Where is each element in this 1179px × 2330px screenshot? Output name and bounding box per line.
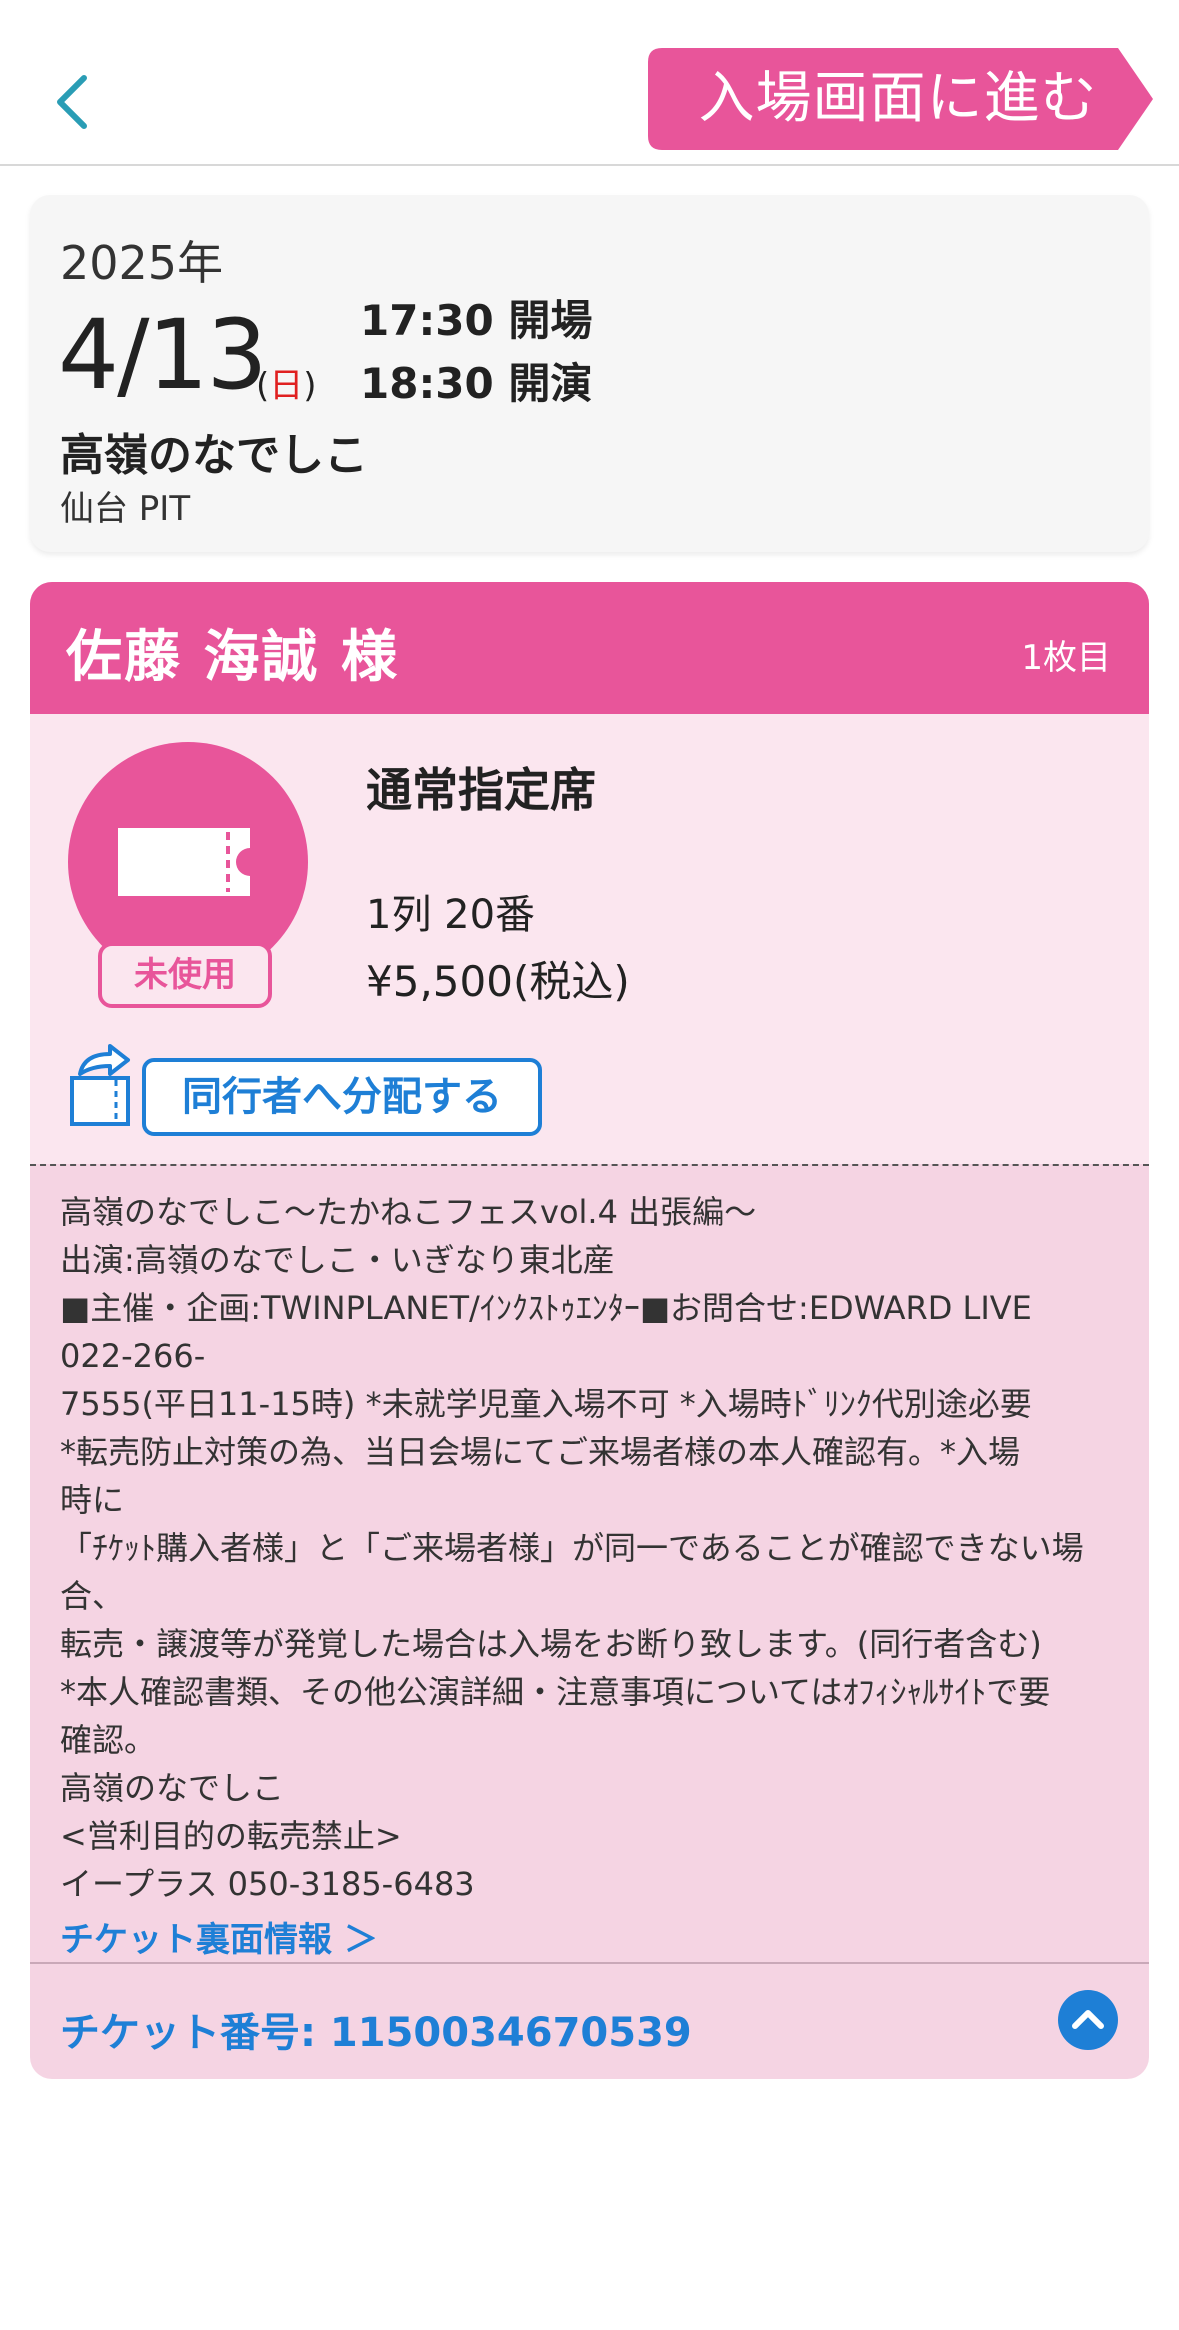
ticket-footer-divider (30, 1962, 1149, 1964)
holder-name: 佐藤 海誠 様 (66, 625, 399, 690)
ticket-count: 1枚目 (1021, 638, 1111, 678)
chevron-up-icon (1072, 2010, 1104, 2029)
note-line: 時に (60, 1481, 125, 1519)
note-line: 出演:高嶺のなでしこ・いぎなり東北産 (60, 1241, 615, 1279)
note-line: *本人確認書類、その他公演詳細・注意事項についてはｵﾌｨｼｬﾙｻｲﾄで要 (60, 1673, 1051, 1711)
note-line: ■主催・企画:TWINPLANET/ｲﾝｸｽﾄｩｴﾝﾀｰ■お問合せ:EDWARD… (60, 1289, 1032, 1327)
ticket-notes: 高嶺のなでしこ〜たかねこフェスvol.4 出張編〜 出演:高嶺のなでしこ・いぎな… (60, 1188, 1120, 1908)
ticket-back-info-link[interactable]: チケット裏面情報 ＞ (60, 1912, 378, 1961)
note-line: イープラス 050-3185-6483 (60, 1865, 475, 1903)
ticket-divider (30, 1164, 1149, 1166)
note-line: <営利目的の転売禁止> (60, 1817, 402, 1855)
event-venue: 仙台 PIT (60, 489, 191, 529)
note-line: *転売防止対策の為、当日会場にてご来場者様の本人確認有。*入場 (60, 1433, 1021, 1471)
event-weekday: (日) (256, 366, 317, 406)
seat-number: 1列 20番 (366, 892, 536, 938)
ticket-card: 佐藤 海誠 様 1枚目 未使用 通常指定席 1列 20番 ¥5,500(税込) … (30, 582, 1149, 2079)
event-date: 4/13 (58, 299, 268, 411)
note-line: 確認。 (60, 1721, 157, 1759)
enter-button-label: 入場画面に進む (698, 66, 1098, 131)
ticket-price: ¥5,500(税込) (366, 957, 630, 1006)
event-date-card: 2025年 4/13 (日) 17:30 開場 18:30 開演 高嶺のなでしこ… (30, 195, 1149, 552)
event-title: 高嶺のなでしこ (60, 430, 368, 481)
start-time: 18:30 開演 (360, 359, 593, 408)
enter-screen-button[interactable]: 入場画面に進む (648, 48, 1153, 150)
ticket-number: チケット番号: 1150034670539 (60, 2010, 692, 2056)
share-with-companion-button[interactable]: 同行者へ分配する (142, 1058, 542, 1136)
chevron-left-icon (57, 75, 87, 129)
app-header: 入場画面に進む (0, 0, 1179, 166)
note-line: 合、 (60, 1577, 125, 1615)
collapse-button[interactable] (1058, 1990, 1118, 2050)
note-line: 高嶺のなでしこ〜たかねこフェスvol.4 出張編〜 (60, 1193, 757, 1231)
ticket-header: 佐藤 海誠 様 1枚目 (30, 582, 1149, 714)
seat-type: 通常指定席 (366, 763, 596, 817)
note-line: 「ﾁｹｯﾄ購入者様」と「ご来場者様」が同一であることが確認できない場 (60, 1529, 1084, 1567)
status-badge: 未使用 (98, 942, 272, 1008)
note-line: 転売・譲渡等が発覚した場合は入場をお断り致します。(同行者含む) (60, 1625, 1042, 1663)
note-line: 高嶺のなでしこ (60, 1769, 285, 1807)
note-line: 022-266- (60, 1337, 206, 1375)
event-year: 2025年 (60, 236, 224, 290)
open-time: 17:30 開場 (360, 296, 593, 345)
note-line: 7555(平日11-15時) *未就学児童入場不可 *入場時ﾄﾞﾘﾝｸ代別途必要 (60, 1385, 1032, 1423)
back-button[interactable] (48, 70, 96, 134)
